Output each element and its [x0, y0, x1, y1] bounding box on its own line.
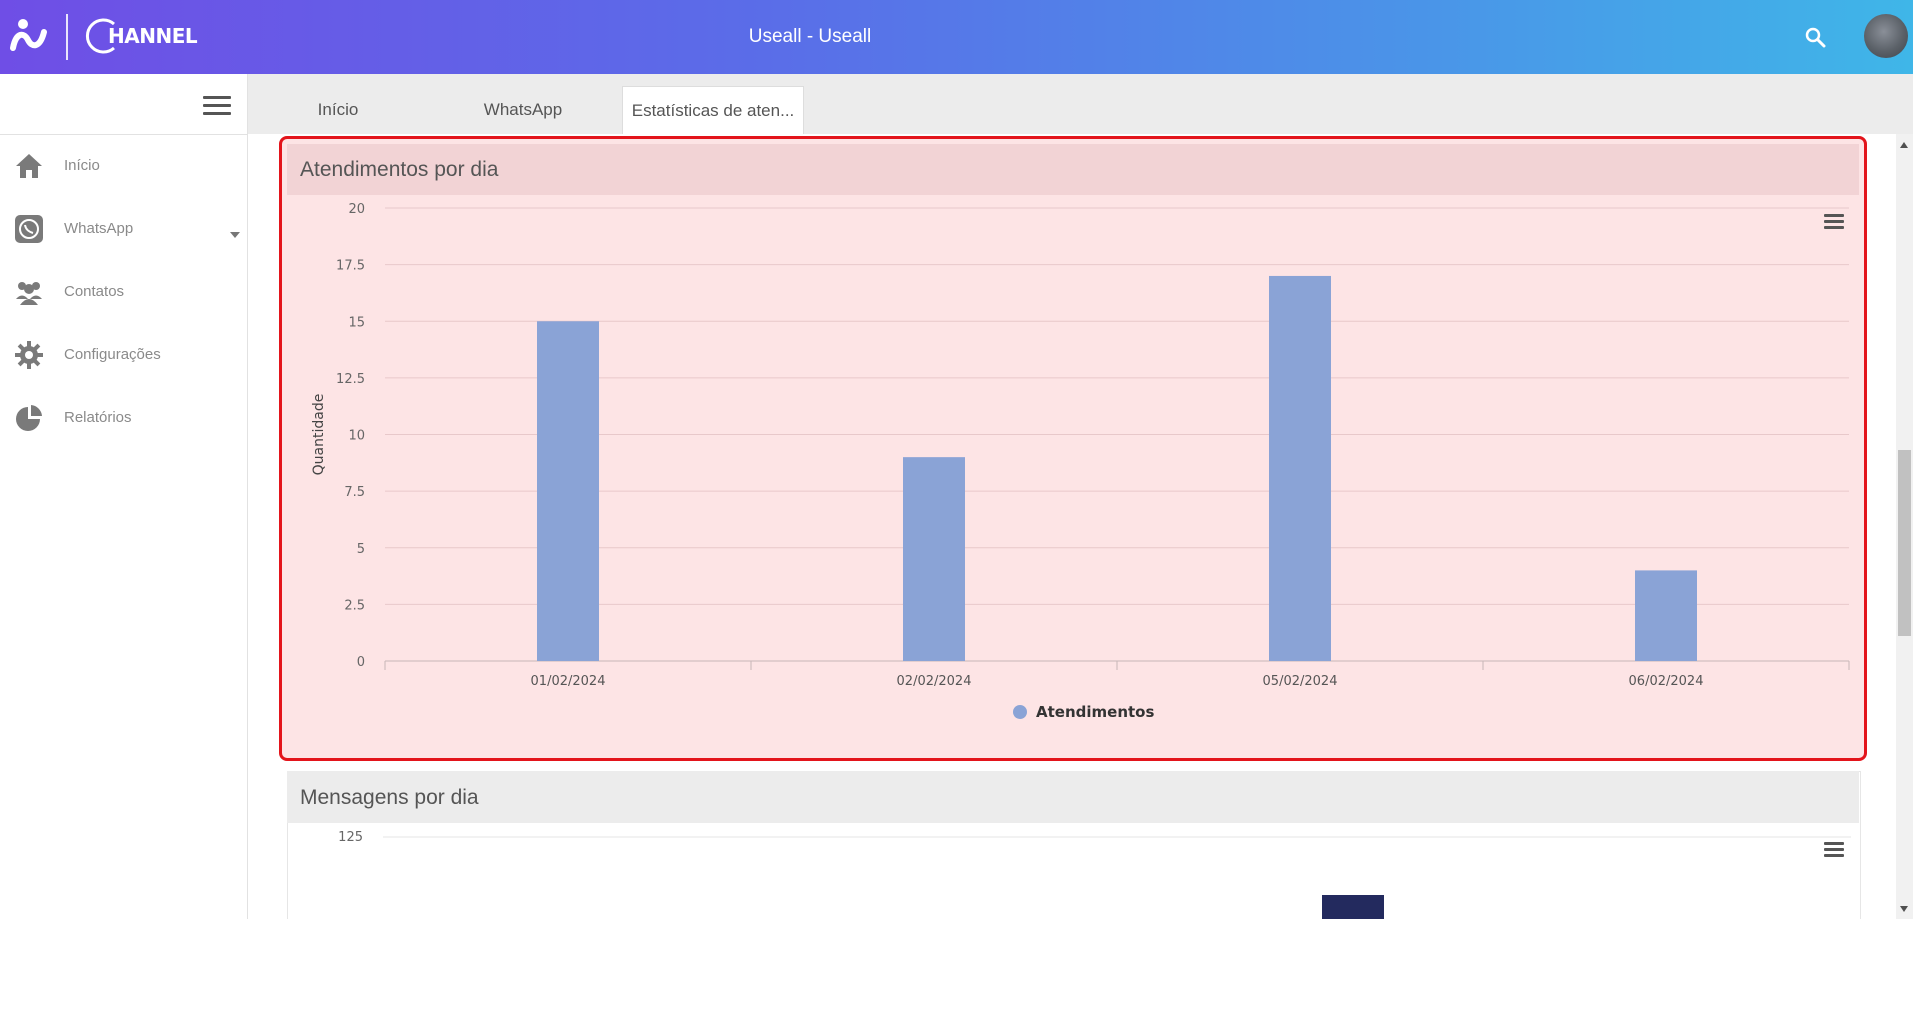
sidebar-item-inicio[interactable]: Início — [0, 135, 247, 198]
attendances-card-header: Atendimentos por dia — [287, 144, 1859, 195]
menu-toggle-icon[interactable] — [203, 96, 231, 116]
y-axis-label: Quantidade — [311, 394, 327, 476]
scroll-thumb[interactable] — [1898, 450, 1911, 636]
page-footer-space — [0, 919, 1913, 1013]
bar-01-02-2024 — [537, 321, 599, 661]
scroll-down-icon[interactable] — [1900, 906, 1908, 912]
sidebar-toolbar — [0, 74, 247, 135]
x-tick-label: 01/02/2024 — [531, 674, 606, 689]
attendances-chart: 0 2.5 5 7.5 10 12.5 15 17.5 20 01/02/2024 02/02/20… — [311, 202, 1850, 721]
gear-icon — [15, 341, 43, 369]
search-icon[interactable] — [1804, 26, 1826, 48]
sidebar-item-whatsapp[interactable]: WhatsApp — [0, 198, 247, 261]
attendances-card-title: Atendimentos por dia — [300, 158, 499, 181]
y-tick-label: 20 — [348, 202, 365, 217]
y-tick-label: 125 — [338, 830, 363, 845]
legend-marker — [1013, 705, 1027, 719]
tab-estatisticas[interactable]: Estatísticas de aten... — [622, 86, 804, 135]
tab-inicio[interactable]: Início — [278, 86, 398, 134]
y-tick-label: 15 — [348, 315, 365, 330]
messages-card-header: Mensagens por dia — [287, 771, 1859, 823]
messages-card-title: Mensagens por dia — [300, 786, 479, 809]
messages-chart: 125 — [338, 830, 1851, 919]
sidebar-item-configuracoes[interactable]: Configurações — [0, 324, 247, 387]
legend-label: Atendimentos — [1036, 703, 1154, 721]
whatsapp-icon — [15, 215, 43, 243]
sidebar-item-contatos[interactable]: Contatos — [0, 261, 247, 324]
y-tick-label: 10 — [348, 429, 365, 444]
x-tick-label: 05/02/2024 — [1263, 674, 1338, 689]
y-tick-label: 0 — [357, 655, 365, 670]
y-tick-label: 2.5 — [344, 598, 365, 613]
sidebar-item-label: Contatos — [64, 283, 125, 300]
app-header: HANNEL Useall - Useall — [0, 0, 1913, 74]
sidebar-item-label: WhatsApp — [64, 220, 134, 237]
contacts-icon — [16, 282, 42, 305]
y-tick-label: 7.5 — [344, 485, 365, 500]
pie-chart-icon — [16, 405, 42, 431]
bar-partial — [1322, 895, 1384, 919]
sidebar-item-relatorios[interactable]: Relatórios — [0, 387, 247, 450]
chevron-down-icon[interactable] — [230, 232, 240, 238]
bar-02-02-2024 — [903, 457, 965, 661]
tab-bar: Início WhatsApp Estatísticas de aten... — [248, 74, 1913, 135]
bar-06-02-2024 — [1635, 570, 1697, 661]
home-icon — [16, 154, 42, 178]
avatar[interactable] — [1864, 14, 1908, 58]
sidebar-item-label: Relatórios — [64, 409, 132, 426]
sidebar-item-label: Configurações — [64, 346, 161, 363]
y-tick-label: 12.5 — [336, 372, 365, 387]
scroll-up-icon[interactable] — [1900, 142, 1908, 148]
y-tick-label: 5 — [357, 542, 365, 557]
tab-whatsapp[interactable]: WhatsApp — [448, 86, 598, 134]
sidebar: Início WhatsApp Contatos Configurações R… — [0, 74, 248, 919]
bar-05-02-2024 — [1269, 275, 1331, 661]
sidebar-item-label: Início — [64, 157, 100, 174]
x-tick-label: 06/02/2024 — [1629, 674, 1704, 689]
page-title: Useall - Useall — [748, 26, 872, 47]
x-tick-label: 02/02/2024 — [897, 674, 972, 689]
y-tick-label: 17.5 — [336, 259, 365, 274]
scrollbar[interactable] — [1896, 134, 1913, 919]
